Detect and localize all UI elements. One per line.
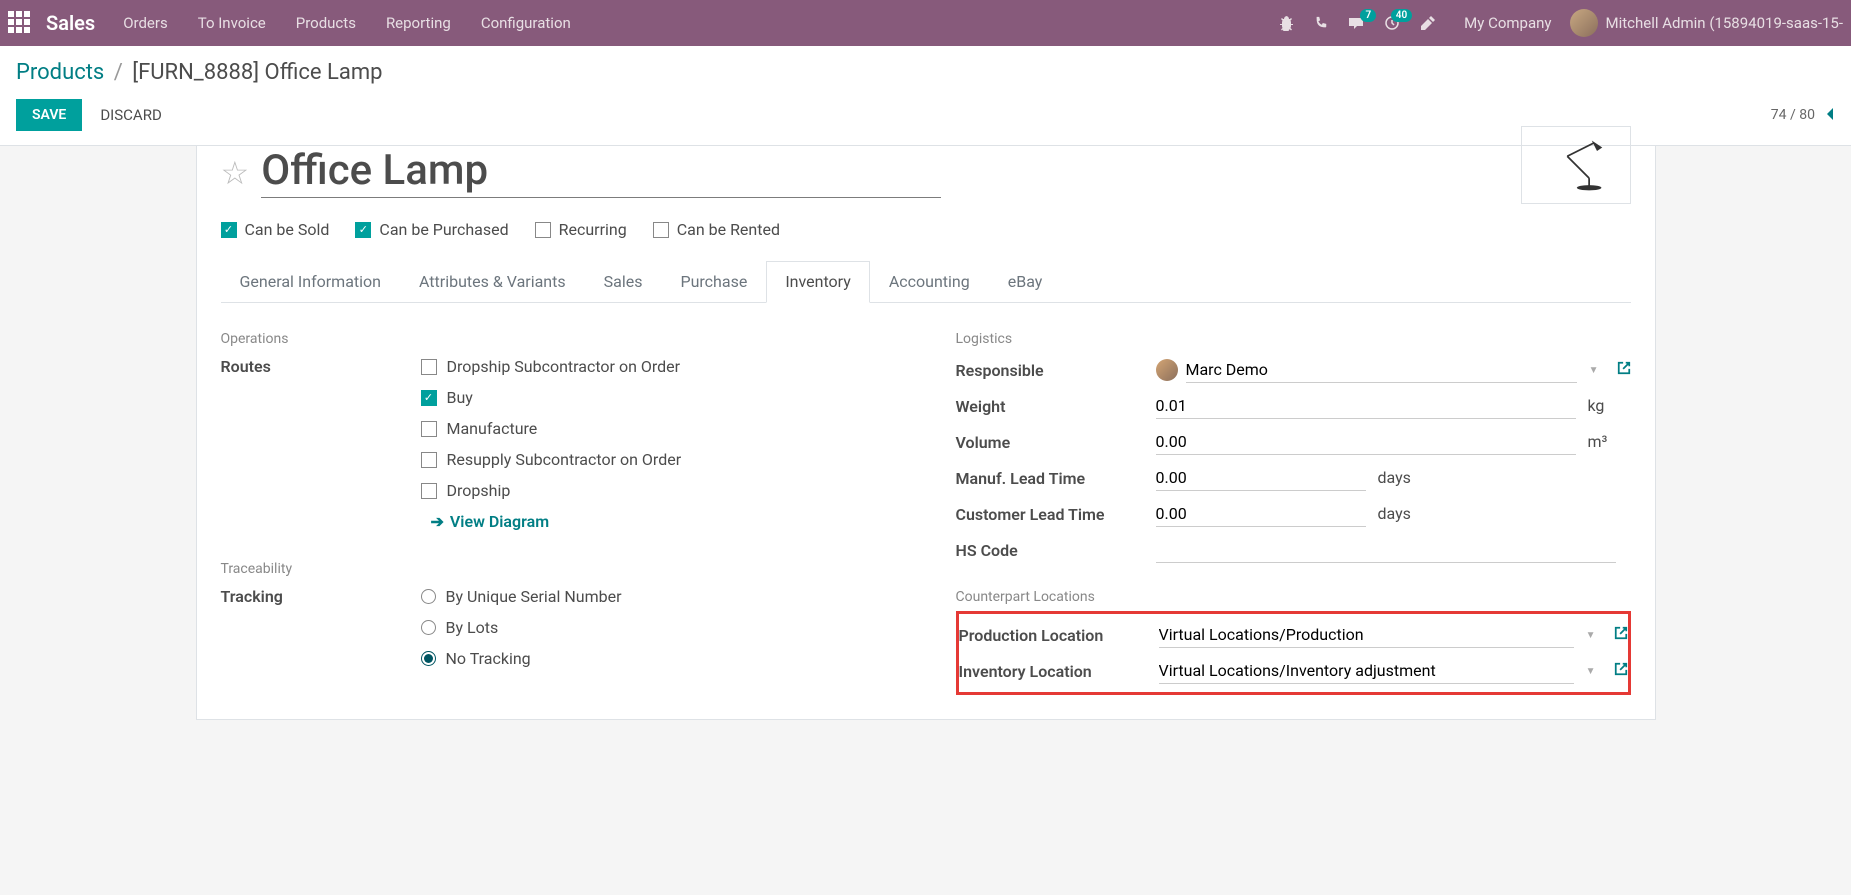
- tab-sales[interactable]: Sales: [585, 261, 662, 302]
- checkbox-icon: ✓: [355, 222, 371, 238]
- responsible-label: Responsible: [956, 361, 1156, 380]
- product-name-input[interactable]: [261, 146, 941, 198]
- hscode-label: HS Code: [956, 541, 1156, 560]
- checkbox-icon: [535, 222, 551, 238]
- manuf-unit: days: [1377, 468, 1410, 487]
- save-button[interactable]: SAVE: [16, 99, 82, 131]
- phone-icon[interactable]: [1314, 16, 1328, 30]
- tab-general[interactable]: General Information: [221, 261, 401, 302]
- prod-loc-label: Production Location: [959, 626, 1159, 645]
- radio-icon: [421, 620, 436, 635]
- discard-button[interactable]: DISCARD: [100, 106, 161, 124]
- manuf-lead-label: Manuf. Lead Time: [956, 469, 1156, 488]
- lamp-icon: [1541, 135, 1611, 195]
- messages-badge: 7: [1360, 9, 1376, 22]
- chevron-down-icon[interactable]: ▼: [1586, 666, 1596, 677]
- apps-icon[interactable]: [8, 11, 32, 35]
- radio-icon: [421, 589, 436, 604]
- nav-products[interactable]: Products: [296, 14, 356, 32]
- weight-label: Weight: [956, 397, 1156, 416]
- prod-loc-input[interactable]: [1159, 622, 1574, 648]
- chevron-down-icon[interactable]: ▼: [1589, 365, 1599, 376]
- radio-icon: [421, 651, 436, 666]
- routes-label: Routes: [221, 357, 421, 376]
- product-image[interactable]: [1521, 126, 1631, 204]
- route-dropship-sub-order[interactable]: Dropship Subcontractor on Order: [421, 357, 896, 376]
- cb-recurring[interactable]: Recurring: [535, 220, 627, 239]
- volume-unit: m³: [1587, 432, 1607, 451]
- cb-can-be-sold[interactable]: ✓ Can be Sold: [221, 220, 330, 239]
- route-buy[interactable]: ✓ Buy: [421, 388, 896, 407]
- breadcrumb-products[interactable]: Products: [16, 60, 104, 85]
- activities-icon[interactable]: 40: [1384, 15, 1400, 31]
- chevron-down-icon[interactable]: ▼: [1586, 630, 1596, 641]
- weight-input[interactable]: [1156, 393, 1576, 419]
- avatar: [1570, 9, 1598, 37]
- section-counterpart: Counterpart Locations: [956, 589, 1631, 605]
- nav-configuration[interactable]: Configuration: [481, 14, 571, 32]
- tab-accounting[interactable]: Accounting: [870, 261, 989, 302]
- route-resupply-sub[interactable]: Resupply Subcontractor on Order: [421, 450, 896, 469]
- volume-input[interactable]: [1156, 429, 1576, 455]
- tabs: General Information Attributes & Variant…: [221, 261, 1631, 303]
- tab-inventory[interactable]: Inventory: [766, 261, 870, 303]
- breadcrumb: Products / [FURN_8888] Office Lamp: [16, 60, 1835, 85]
- external-link-icon[interactable]: [1617, 361, 1631, 379]
- inv-loc-input[interactable]: [1159, 658, 1574, 684]
- tracking-none[interactable]: No Tracking: [421, 649, 896, 668]
- arrow-right-icon: ➔: [431, 512, 444, 531]
- cust-unit: days: [1377, 504, 1410, 523]
- bug-icon[interactable]: [1278, 15, 1294, 31]
- cust-lead-input[interactable]: [1156, 501, 1366, 527]
- pager-prev-icon[interactable]: [1825, 105, 1835, 126]
- nav-brand[interactable]: Sales: [46, 11, 95, 35]
- nav-reporting[interactable]: Reporting: [386, 14, 451, 32]
- cb-can-be-purchased[interactable]: ✓ Can be Purchased: [355, 220, 508, 239]
- favorite-star-icon[interactable]: ☆: [221, 154, 250, 192]
- section-logistics: Logistics: [956, 331, 1631, 347]
- tab-ebay[interactable]: eBay: [989, 261, 1062, 302]
- external-link-icon[interactable]: [1614, 662, 1628, 680]
- checkbox-icon: ✓: [221, 222, 237, 238]
- tracking-serial[interactable]: By Unique Serial Number: [421, 587, 896, 606]
- responsible-avatar: [1156, 359, 1178, 381]
- checkbox-icon: [421, 452, 437, 468]
- manuf-lead-input[interactable]: [1156, 465, 1366, 491]
- checkbox-icon: [421, 483, 437, 499]
- cb-can-be-rented[interactable]: Can be Rented: [653, 220, 780, 239]
- tools-icon[interactable]: [1420, 15, 1436, 31]
- hscode-input[interactable]: [1156, 537, 1616, 563]
- checkbox-icon: [421, 421, 437, 437]
- activities-badge: 40: [1391, 9, 1412, 22]
- highlight-annotation: Production Location ▼ Inventory Location: [956, 611, 1631, 695]
- messages-icon[interactable]: 7: [1348, 15, 1364, 31]
- tab-purchase[interactable]: Purchase: [661, 261, 766, 302]
- checkbox-icon: [653, 222, 669, 238]
- company-switcher[interactable]: My Company: [1464, 14, 1551, 32]
- user-menu[interactable]: Mitchell Admin (15894019-saas-15-: [1570, 9, 1843, 37]
- responsible-input[interactable]: [1186, 357, 1577, 383]
- breadcrumb-current: [FURN_8888] Office Lamp: [132, 60, 382, 85]
- pager-text: 74 / 80: [1771, 107, 1815, 123]
- form-sheet: ☆ ✓ Can be Sold ✓ Can be Purchased: [196, 146, 1656, 720]
- tab-attributes[interactable]: Attributes & Variants: [400, 261, 585, 302]
- tracking-label: Tracking: [221, 587, 421, 606]
- tracking-lots[interactable]: By Lots: [421, 618, 896, 637]
- checkbox-icon: ✓: [421, 390, 437, 406]
- route-manufacture[interactable]: Manufacture: [421, 419, 896, 438]
- volume-label: Volume: [956, 433, 1156, 452]
- external-link-icon[interactable]: [1614, 626, 1628, 644]
- cust-lead-label: Customer Lead Time: [956, 505, 1156, 524]
- nav-to-invoice[interactable]: To Invoice: [198, 14, 266, 32]
- view-diagram-link[interactable]: ➔ View Diagram: [431, 512, 896, 531]
- section-traceability: Traceability: [221, 561, 896, 577]
- navbar: Sales Orders To Invoice Products Reporti…: [0, 0, 1851, 46]
- route-dropship[interactable]: Dropship: [421, 481, 896, 500]
- section-operations: Operations: [221, 331, 896, 347]
- nav-orders[interactable]: Orders: [123, 14, 168, 32]
- checkbox-icon: [421, 359, 437, 375]
- user-name: Mitchell Admin (15894019-saas-15-: [1606, 14, 1843, 32]
- inv-loc-label: Inventory Location: [959, 662, 1159, 681]
- weight-unit: kg: [1587, 396, 1604, 415]
